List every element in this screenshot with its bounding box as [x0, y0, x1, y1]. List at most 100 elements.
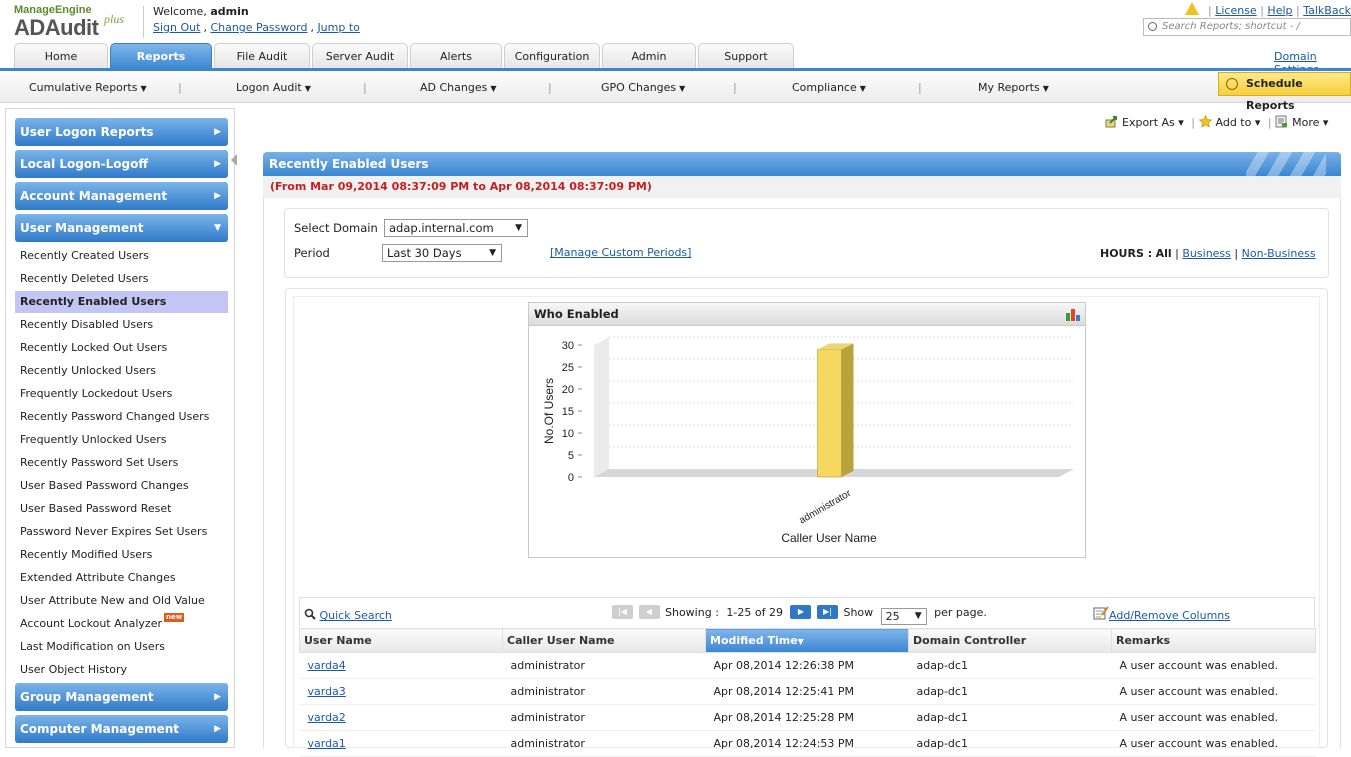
sidebar-item-recently-deleted-users[interactable]: Recently Deleted Users	[15, 268, 228, 290]
user-link[interactable]: varda3	[308, 685, 346, 698]
column-header-domain-controller[interactable]: Domain Controller	[909, 629, 1112, 653]
sidebar-collapse-handle[interactable]	[231, 154, 237, 166]
welcome-text: Welcome, admin	[153, 5, 249, 18]
cell-domain-controller: adap-dc1	[909, 679, 1112, 705]
jump-to-link[interactable]: Jump to	[317, 21, 359, 34]
sidebar-item-password-never-expires-set-users[interactable]: Password Never Expires Set Users	[15, 521, 228, 543]
next-page-button[interactable]: ▶	[790, 605, 811, 619]
tab-support[interactable]: Support	[698, 43, 794, 69]
menu-compliance[interactable]: Compliance▼	[792, 81, 866, 94]
tab-configuration[interactable]: Configuration	[504, 43, 600, 69]
page-size-select[interactable]: 25▼	[881, 608, 927, 625]
search-reports-input[interactable]: Search Reports; shortcut - /	[1143, 18, 1351, 36]
y-tick-label: 0	[568, 472, 574, 484]
cell-modified-time: Apr 08,2014 12:24:53 PM	[706, 731, 909, 757]
sidebar-item-recently-unlocked-users[interactable]: Recently Unlocked Users	[15, 360, 228, 382]
period-select[interactable]: Last 30 Days▼	[382, 244, 502, 262]
manage-custom-periods-link[interactable]: [Manage Custom Periods]	[550, 246, 691, 259]
column-header-caller-user-name[interactable]: Caller User Name	[503, 629, 706, 653]
quick-search-link[interactable]: Quick Search	[320, 609, 392, 622]
dropdown-arrow-icon: ▼	[915, 609, 922, 624]
sidebar-item-recently-locked-out-users[interactable]: Recently Locked Out Users	[15, 337, 228, 359]
talkback-link[interactable]: TalkBack	[1303, 4, 1351, 17]
user-link[interactable]: varda2	[308, 711, 346, 724]
sidebar-item-extended-attribute-changes[interactable]: Extended Attribute Changes	[15, 567, 228, 589]
sidebar-item-user-based-password-reset[interactable]: User Based Password Reset	[15, 498, 228, 520]
sidebar-item-user-attribute-new-and-old-value[interactable]: User Attribute New and Old Value	[15, 590, 228, 612]
sidebar-item-recently-password-changed-users[interactable]: Recently Password Changed Users	[15, 406, 228, 428]
tab-admin[interactable]: Admin	[602, 43, 696, 69]
sidebar-section-account-management[interactable]: Account Management▶	[15, 182, 228, 210]
sidebar-section-user-logon-reports[interactable]: User Logon Reports▶	[15, 118, 228, 146]
schedule-reports-button[interactable]: Schedule Reports	[1218, 72, 1351, 96]
help-link[interactable]: Help	[1267, 4, 1292, 17]
menu-ad-changes[interactable]: AD Changes▼	[420, 81, 497, 94]
caret-down-icon: ▼	[140, 84, 146, 93]
per-page-label: per page.	[934, 606, 987, 619]
sign-out-link[interactable]: Sign Out	[153, 21, 200, 34]
hours-all[interactable]: All	[1156, 247, 1172, 260]
sidebar-item-recently-created-users[interactable]: Recently Created Users	[15, 245, 228, 267]
menu-label: Compliance	[792, 81, 857, 94]
domain-select[interactable]: adap.internal.com▼	[384, 219, 528, 237]
add-remove-columns-link[interactable]: Add/Remove Columns	[1109, 609, 1230, 622]
sidebar-section-user-management[interactable]: User Management▼	[15, 214, 228, 242]
chart-type-icon[interactable]	[1065, 307, 1081, 321]
export-icon	[1105, 115, 1118, 128]
add-remove-columns[interactable]: Add/Remove Columns	[1093, 606, 1230, 622]
column-header-modified-time[interactable]: Modified Time▼	[706, 629, 909, 653]
bar[interactable]	[818, 349, 842, 477]
license-link[interactable]: License	[1215, 4, 1256, 17]
sidebar-item-frequently-lockedout-users[interactable]: Frequently Lockedout Users	[15, 383, 228, 405]
add-to-button[interactable]: Add to ▾	[1199, 115, 1261, 129]
menu-cumulative-reports[interactable]: Cumulative Reports▼	[29, 81, 147, 94]
sidebar-item-account-lockout-analyzer[interactable]: Account Lockout Analyzernew	[15, 613, 228, 635]
user-link[interactable]: varda4	[308, 659, 346, 672]
sidebar-item-recently-modified-users[interactable]: Recently Modified Users	[15, 544, 228, 566]
menu-label: Cumulative Reports	[29, 81, 137, 94]
tab-alerts[interactable]: Alerts	[410, 43, 502, 69]
sidebar-item-recently-disabled-users[interactable]: Recently Disabled Users	[15, 314, 228, 336]
column-header-user-name[interactable]: User Name	[300, 629, 503, 653]
export-as-button[interactable]: Export As ▾	[1105, 115, 1184, 129]
add-to-label: Add to	[1216, 116, 1252, 129]
tab-server-audit[interactable]: Server Audit	[312, 43, 408, 69]
hours-business-link[interactable]: Business	[1182, 247, 1231, 260]
sidebar-item-frequently-unlocked-users[interactable]: Frequently Unlocked Users	[15, 429, 228, 451]
warning-icon[interactable]	[1185, 2, 1199, 15]
hours-non-business-link[interactable]: Non-Business	[1242, 247, 1316, 260]
logo-product: ADAudit	[14, 15, 98, 41]
prev-page-button[interactable]: ◀	[639, 605, 660, 619]
search-icon	[304, 608, 316, 620]
chevron-down-icon: ▼	[214, 214, 221, 242]
sidebar-item-recently-password-set-users[interactable]: Recently Password Set Users	[15, 452, 228, 474]
tab-home[interactable]: Home	[14, 43, 108, 69]
section-label: Account Management	[20, 189, 167, 203]
sidebar-item-user-object-history[interactable]: User Object History	[15, 659, 228, 681]
menu-my-reports[interactable]: My Reports▼	[978, 81, 1049, 94]
sidebar-item-last-modification-on-users[interactable]: Last Modification on Users	[15, 636, 228, 658]
x-tick-label: administrator	[797, 488, 853, 527]
cell-domain-controller: adap-dc1	[909, 653, 1112, 679]
first-page-button[interactable]: |◀	[612, 605, 633, 619]
sidebar-section-computer-management[interactable]: Computer Management▶	[15, 715, 228, 743]
cell-remarks: A user account was enabled.	[1112, 653, 1316, 679]
sidebar-section-local-logon-logoff[interactable]: Local Logon-Logoff▶	[15, 150, 228, 178]
column-header-remarks[interactable]: Remarks	[1112, 629, 1316, 653]
sidebar-section-group-management[interactable]: Group Management▶	[15, 683, 228, 711]
y-tick-label: 20	[562, 384, 574, 396]
user-link[interactable]: varda1	[308, 737, 346, 750]
y-axis-ticks: 051015202530	[562, 340, 582, 484]
pager: |◀ ◀ Showing : 1-25 of 29 ▶ ▶| Show 25▼ …	[612, 605, 987, 625]
change-password-link[interactable]: Change Password	[210, 21, 307, 34]
quick-search[interactable]: Quick Search	[304, 608, 392, 622]
results-table: User Name Caller User Name Modified Time…	[299, 628, 1316, 757]
tab-reports[interactable]: Reports	[110, 43, 212, 69]
sidebar-item-user-based-password-changes[interactable]: User Based Password Changes	[15, 475, 228, 497]
menu-logon-audit[interactable]: Logon Audit▼	[236, 81, 311, 94]
menu-gpo-changes[interactable]: GPO Changes▼	[601, 81, 685, 94]
last-page-button[interactable]: ▶|	[817, 605, 838, 619]
tab-file-audit[interactable]: File Audit	[214, 43, 310, 69]
sidebar-item-recently-enabled-users[interactable]: Recently Enabled Users	[15, 291, 228, 313]
more-button[interactable]: More ▾	[1275, 115, 1328, 129]
